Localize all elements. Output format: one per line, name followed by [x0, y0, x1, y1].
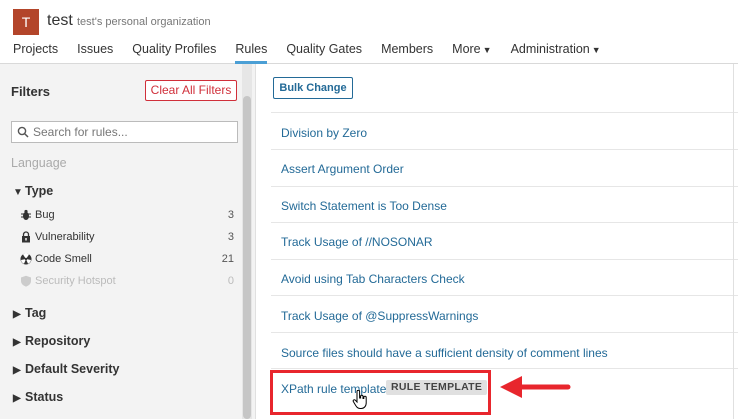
rule-item[interactable]: Track Usage of //NOSONAR [271, 222, 738, 258]
right-edge [733, 64, 738, 419]
rule-item[interactable]: Avoid using Tab Characters Check [271, 259, 738, 295]
chevron-down-icon: ▼ [13, 187, 23, 198]
chevron-right-icon: ▶ [13, 337, 21, 348]
facet-type-security-hotspot[interactable]: Security Hotspot 0 [20, 273, 234, 291]
shield-icon [21, 275, 31, 287]
nav-more[interactable]: More ▼ [452, 42, 491, 64]
rule-link[interactable]: Track Usage of @SuppressWarnings [281, 309, 478, 323]
org-name[interactable]: test [47, 12, 73, 30]
filters-title: Filters [11, 84, 51, 99]
hand-cursor-icon [352, 390, 367, 409]
rule-search[interactable] [11, 121, 238, 143]
caret-down-icon: ▼ [591, 45, 601, 55]
nav-projects[interactable]: Projects [13, 42, 58, 64]
facet-repository[interactable]: ▶ Repository [13, 334, 90, 348]
rule-link[interactable]: Switch Statement is Too Dense [281, 199, 447, 213]
top-header: T test test's personal organization Proj… [0, 0, 738, 64]
rule-link[interactable]: Assert Argument Order [281, 162, 404, 176]
lock-icon [22, 231, 30, 243]
chevron-right-icon: ▶ [13, 309, 21, 320]
clear-all-filters-button[interactable]: Clear All Filters [145, 80, 237, 101]
facet-tag[interactable]: ▶ Tag [13, 306, 46, 320]
rule-item[interactable]: Switch Statement is Too Dense [271, 186, 738, 222]
radiation-icon [20, 253, 32, 265]
nav-quality-profiles[interactable]: Quality Profiles [132, 42, 216, 64]
rule-link[interactable]: Division by Zero [281, 126, 367, 140]
org-description: test's personal organization [77, 16, 211, 28]
nav-rules[interactable]: Rules [235, 42, 267, 64]
rule-link[interactable]: Source files should have a sufficient de… [281, 346, 608, 360]
nav-administration[interactable]: Administration ▼ [511, 42, 601, 64]
facet-default-severity[interactable]: ▶ Default Severity [13, 362, 119, 376]
chevron-right-icon: ▶ [13, 393, 21, 404]
sidebar-scroll-thumb[interactable] [243, 96, 251, 419]
facet-status[interactable]: ▶ Status [13, 390, 63, 404]
rule-link[interactable]: Track Usage of //NOSONAR [281, 235, 433, 249]
rule-item[interactable]: Track Usage of @SuppressWarnings [271, 295, 738, 331]
bulk-change-button[interactable]: Bulk Change [273, 77, 353, 99]
facet-language[interactable]: Language [11, 156, 67, 170]
highlight-box [270, 370, 491, 415]
bug-icon [21, 209, 31, 220]
arrow-left-icon [500, 376, 571, 398]
facet-type[interactable]: ▼ Type [13, 184, 53, 198]
main-nav: Projects Issues Quality Profiles Rules Q… [13, 42, 620, 64]
facet-type-vulnerability[interactable]: Vulnerability 3 [20, 229, 234, 247]
rule-item[interactable]: Assert Argument Order [271, 149, 738, 185]
caret-down-icon: ▼ [482, 45, 492, 55]
org-avatar[interactable]: T [13, 9, 39, 35]
search-icon [17, 126, 29, 138]
nav-issues[interactable]: Issues [77, 42, 113, 64]
facet-type-code-smell[interactable]: Code Smell 21 [20, 251, 234, 269]
nav-members[interactable]: Members [381, 42, 433, 64]
facet-type-bug[interactable]: Bug 3 [20, 207, 234, 225]
nav-quality-gates[interactable]: Quality Gates [286, 42, 362, 64]
search-input[interactable] [33, 124, 233, 140]
chevron-right-icon: ▶ [13, 365, 21, 376]
rule-link[interactable]: Avoid using Tab Characters Check [281, 272, 465, 286]
rule-item[interactable]: Source files should have a sufficient de… [271, 332, 738, 368]
rule-item[interactable]: Division by Zero [271, 112, 738, 148]
